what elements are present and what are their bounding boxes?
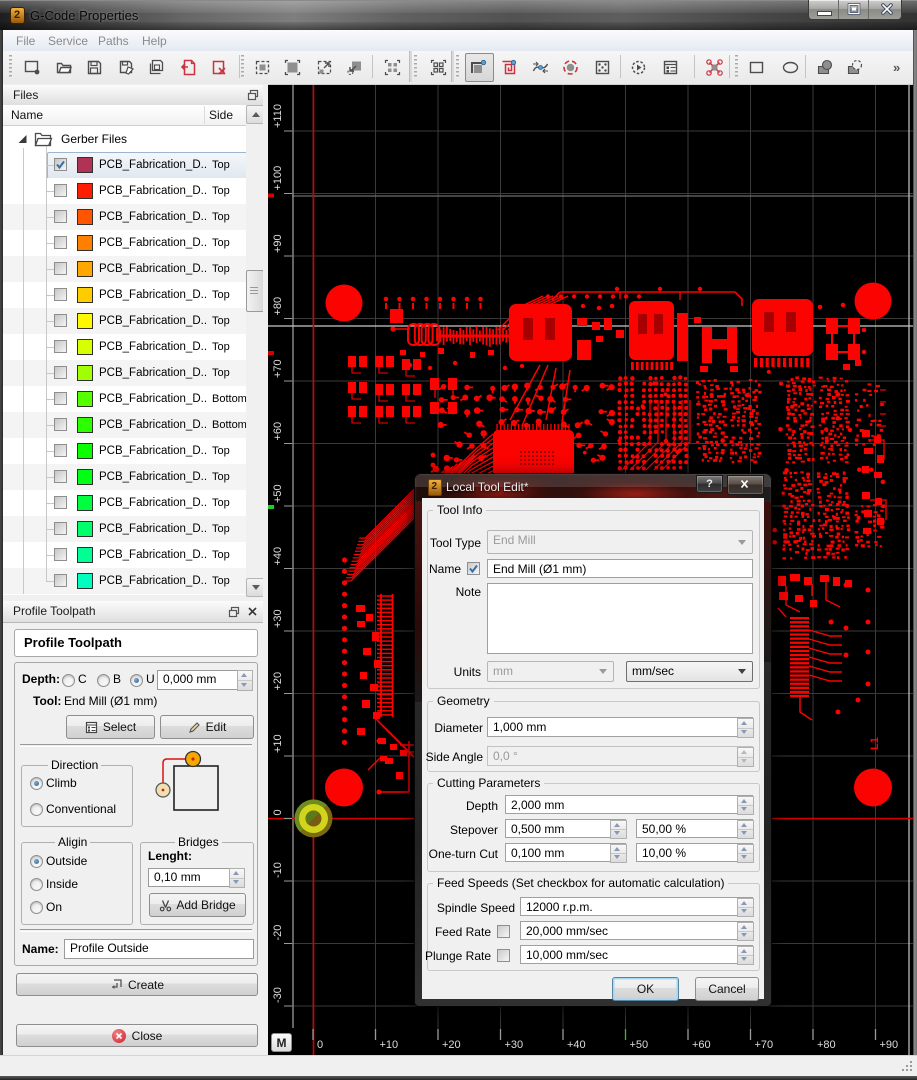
svg-text:+60: +60 (272, 422, 284, 441)
svg-text:+90: +90 (880, 1039, 899, 1051)
svg-text:+30: +30 (505, 1039, 524, 1051)
svg-text:+80: +80 (272, 297, 284, 316)
svg-text:+110: +110 (272, 104, 284, 128)
svg-text:-20: -20 (272, 925, 284, 941)
svg-text:0: 0 (272, 809, 284, 815)
svg-text:+20: +20 (442, 1039, 461, 1051)
svg-text:+90: +90 (272, 234, 284, 253)
svg-text:-10: -10 (272, 862, 284, 878)
svg-text:+10: +10 (380, 1039, 399, 1051)
svg-text:+30: +30 (272, 609, 284, 628)
svg-text:+80: +80 (817, 1039, 836, 1051)
svg-text:+40: +40 (567, 1039, 586, 1051)
svg-text:+60: +60 (692, 1039, 711, 1051)
svg-text:L1: L1 (869, 737, 881, 750)
svg-text:-30: -30 (272, 987, 284, 1003)
svg-text:0: 0 (317, 1039, 323, 1051)
svg-text:+100: +100 (272, 166, 284, 191)
svg-text:+70: +70 (755, 1039, 774, 1051)
svg-text:+70: +70 (272, 359, 284, 378)
svg-text:+50: +50 (272, 484, 284, 503)
svg-text:+50: +50 (630, 1039, 649, 1051)
